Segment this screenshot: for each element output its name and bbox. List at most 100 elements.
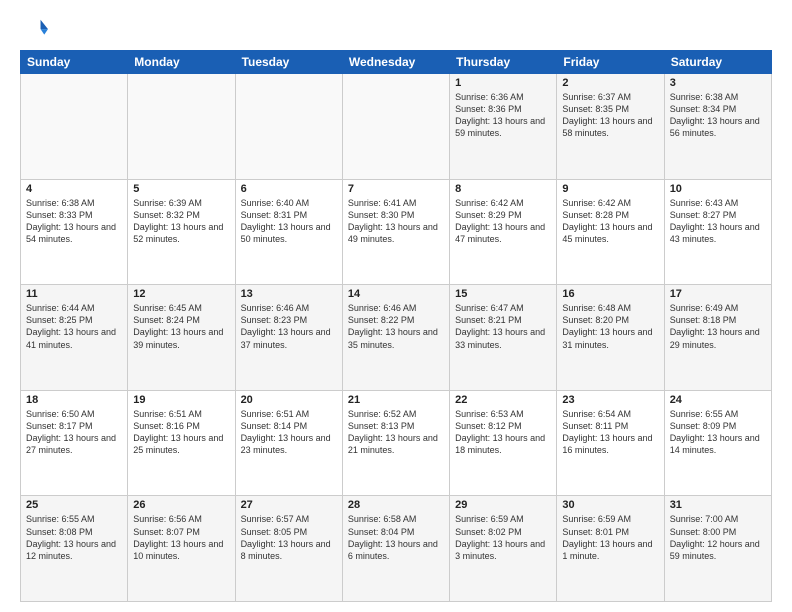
- header-day-thursday: Thursday: [450, 51, 557, 74]
- week-row-3: 11Sunrise: 6:44 AMSunset: 8:25 PMDayligh…: [21, 285, 772, 391]
- header: [20, 16, 772, 44]
- header-day-wednesday: Wednesday: [342, 51, 449, 74]
- day-info: Sunrise: 6:59 AMSunset: 8:02 PMDaylight:…: [455, 513, 551, 562]
- day-cell: 10 Sunrise: 6:43 AMSunset: 8:27 PMDayligh…: [664, 179, 771, 285]
- day-number: 24: [670, 394, 766, 406]
- day-info: Sunrise: 7:00 AMSunset: 8:00 PMDaylight:…: [670, 513, 766, 562]
- day-info: Sunrise: 6:51 AMSunset: 8:16 PMDaylight:…: [133, 408, 229, 457]
- day-cell: 14 Sunrise: 6:46 AMSunset: 8:22 PMDayligh…: [342, 285, 449, 391]
- day-number: 3: [670, 77, 766, 89]
- day-number: 2: [562, 77, 658, 89]
- day-cell: 22 Sunrise: 6:53 AMSunset: 8:12 PMDayligh…: [450, 390, 557, 496]
- header-day-monday: Monday: [128, 51, 235, 74]
- day-cell: 27Sunrise: 6:57 AMSunset: 8:05 PMDayligh…: [235, 496, 342, 602]
- day-cell: 15 Sunrise: 6:47 AMSunset: 8:21 PMDayligh…: [450, 285, 557, 391]
- day-number: 26: [133, 499, 229, 511]
- day-info: Sunrise: 6:45 AMSunset: 8:24 PMDaylight:…: [133, 302, 229, 351]
- day-number: 31: [670, 499, 766, 511]
- day-info: Sunrise: 6:42 AMSunset: 8:29 PMDaylight:…: [455, 197, 551, 246]
- day-cell: 6 Sunrise: 6:40 AMSunset: 8:31 PMDaylight…: [235, 179, 342, 285]
- week-row-1: 1Sunrise: 6:36 AMSunset: 8:36 PMDaylight…: [21, 74, 772, 180]
- day-cell: 7 Sunrise: 6:41 AMSunset: 8:30 PMDaylight…: [342, 179, 449, 285]
- day-info: Sunrise: 6:53 AMSunset: 8:12 PMDaylight:…: [455, 408, 551, 457]
- day-info: Sunrise: 6:46 AMSunset: 8:22 PMDaylight:…: [348, 302, 444, 351]
- day-number: 27: [241, 499, 337, 511]
- day-cell: 19Sunrise: 6:51 AMSunset: 8:16 PMDayligh…: [128, 390, 235, 496]
- day-info: Sunrise: 6:59 AMSunset: 8:01 PMDaylight:…: [562, 513, 658, 562]
- day-cell: 17 Sunrise: 6:49 AMSunset: 8:18 PMDayligh…: [664, 285, 771, 391]
- header-day-friday: Friday: [557, 51, 664, 74]
- day-number: 12: [133, 288, 229, 300]
- day-number: 10: [670, 183, 766, 195]
- day-cell: 23 Sunrise: 6:54 AMSunset: 8:11 PMDayligh…: [557, 390, 664, 496]
- week-row-5: 25 Sunrise: 6:55 AMSunset: 8:08 PMDayligh…: [21, 496, 772, 602]
- logo-icon: [20, 16, 48, 44]
- day-number: 8: [455, 183, 551, 195]
- day-cell: 16Sunrise: 6:48 AMSunset: 8:20 PMDayligh…: [557, 285, 664, 391]
- day-info: Sunrise: 6:55 AMSunset: 8:08 PMDaylight:…: [26, 513, 122, 562]
- day-number: 15: [455, 288, 551, 300]
- day-cell: 11Sunrise: 6:44 AMSunset: 8:25 PMDayligh…: [21, 285, 128, 391]
- day-info: Sunrise: 6:39 AMSunset: 8:32 PMDaylight:…: [133, 197, 229, 246]
- day-info: Sunrise: 6:41 AMSunset: 8:30 PMDaylight:…: [348, 197, 444, 246]
- day-info: Sunrise: 6:56 AMSunset: 8:07 PMDaylight:…: [133, 513, 229, 562]
- day-number: 4: [26, 183, 122, 195]
- day-number: 23: [562, 394, 658, 406]
- day-info: Sunrise: 6:38 AMSunset: 8:34 PMDaylight:…: [670, 91, 766, 140]
- day-cell: 20Sunrise: 6:51 AMSunset: 8:14 PMDayligh…: [235, 390, 342, 496]
- day-number: 16: [562, 288, 658, 300]
- day-cell: [235, 74, 342, 180]
- day-cell: [342, 74, 449, 180]
- day-cell: 26 Sunrise: 6:56 AMSunset: 8:07 PMDayligh…: [128, 496, 235, 602]
- day-info: Sunrise: 6:42 AMSunset: 8:28 PMDaylight:…: [562, 197, 658, 246]
- header-row: SundayMondayTuesdayWednesdayThursdayFrid…: [21, 51, 772, 74]
- day-number: 14: [348, 288, 444, 300]
- day-number: 21: [348, 394, 444, 406]
- day-number: 5: [133, 183, 229, 195]
- day-cell: 5 Sunrise: 6:39 AMSunset: 8:32 PMDaylight…: [128, 179, 235, 285]
- day-info: Sunrise: 6:49 AMSunset: 8:18 PMDaylight:…: [670, 302, 766, 351]
- day-cell: 30 Sunrise: 6:59 AMSunset: 8:01 PMDayligh…: [557, 496, 664, 602]
- day-number: 25: [26, 499, 122, 511]
- day-cell: 28Sunrise: 6:58 AMSunset: 8:04 PMDayligh…: [342, 496, 449, 602]
- day-info: Sunrise: 6:47 AMSunset: 8:21 PMDaylight:…: [455, 302, 551, 351]
- day-cell: 3 Sunrise: 6:38 AMSunset: 8:34 PMDaylight…: [664, 74, 771, 180]
- week-row-2: 4 Sunrise: 6:38 AMSunset: 8:33 PMDaylight…: [21, 179, 772, 285]
- day-number: 22: [455, 394, 551, 406]
- page: SundayMondayTuesdayWednesdayThursdayFrid…: [0, 0, 792, 612]
- day-cell: 2Sunrise: 6:37 AMSunset: 8:35 PMDaylight…: [557, 74, 664, 180]
- day-cell: 29 Sunrise: 6:59 AMSunset: 8:02 PMDayligh…: [450, 496, 557, 602]
- logo: [20, 16, 52, 44]
- day-cell: 24Sunrise: 6:55 AMSunset: 8:09 PMDayligh…: [664, 390, 771, 496]
- day-info: Sunrise: 6:44 AMSunset: 8:25 PMDaylight:…: [26, 302, 122, 351]
- day-cell: 18Sunrise: 6:50 AMSunset: 8:17 PMDayligh…: [21, 390, 128, 496]
- day-info: Sunrise: 6:50 AMSunset: 8:17 PMDaylight:…: [26, 408, 122, 457]
- calendar: SundayMondayTuesdayWednesdayThursdayFrid…: [20, 50, 772, 602]
- day-info: Sunrise: 6:36 AMSunset: 8:36 PMDaylight:…: [455, 91, 551, 140]
- day-number: 6: [241, 183, 337, 195]
- calendar-header: SundayMondayTuesdayWednesdayThursdayFrid…: [21, 51, 772, 74]
- day-info: Sunrise: 6:54 AMSunset: 8:11 PMDaylight:…: [562, 408, 658, 457]
- day-number: 29: [455, 499, 551, 511]
- day-cell: [128, 74, 235, 180]
- day-info: Sunrise: 6:58 AMSunset: 8:04 PMDaylight:…: [348, 513, 444, 562]
- day-cell: 1Sunrise: 6:36 AMSunset: 8:36 PMDaylight…: [450, 74, 557, 180]
- day-info: Sunrise: 6:51 AMSunset: 8:14 PMDaylight:…: [241, 408, 337, 457]
- day-cell: 12 Sunrise: 6:45 AMSunset: 8:24 PMDayligh…: [128, 285, 235, 391]
- day-info: Sunrise: 6:52 AMSunset: 8:13 PMDaylight:…: [348, 408, 444, 457]
- day-info: Sunrise: 6:38 AMSunset: 8:33 PMDaylight:…: [26, 197, 122, 246]
- day-number: 30: [562, 499, 658, 511]
- day-cell: 13Sunrise: 6:46 AMSunset: 8:23 PMDayligh…: [235, 285, 342, 391]
- day-cell: 9 Sunrise: 6:42 AMSunset: 8:28 PMDaylight…: [557, 179, 664, 285]
- day-cell: 4 Sunrise: 6:38 AMSunset: 8:33 PMDaylight…: [21, 179, 128, 285]
- week-row-4: 18Sunrise: 6:50 AMSunset: 8:17 PMDayligh…: [21, 390, 772, 496]
- day-number: 13: [241, 288, 337, 300]
- header-day-sunday: Sunday: [21, 51, 128, 74]
- day-info: Sunrise: 6:43 AMSunset: 8:27 PMDaylight:…: [670, 197, 766, 246]
- calendar-body: 1Sunrise: 6:36 AMSunset: 8:36 PMDaylight…: [21, 74, 772, 602]
- day-number: 17: [670, 288, 766, 300]
- day-info: Sunrise: 6:40 AMSunset: 8:31 PMDaylight:…: [241, 197, 337, 246]
- day-number: 9: [562, 183, 658, 195]
- day-cell: 21 Sunrise: 6:52 AMSunset: 8:13 PMDayligh…: [342, 390, 449, 496]
- day-number: 7: [348, 183, 444, 195]
